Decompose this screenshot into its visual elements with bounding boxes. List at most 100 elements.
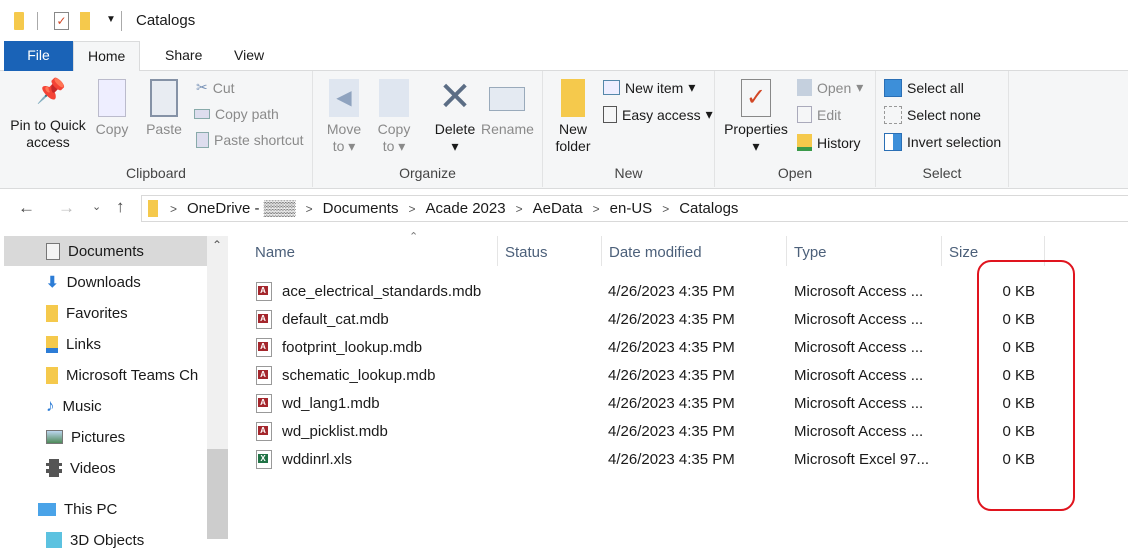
nav-documents[interactable]: Documents — [4, 236, 207, 266]
back-button[interactable]: ← — [18, 198, 35, 218]
invert-selection-icon — [884, 133, 902, 151]
nav-teams-chat[interactable]: Microsoft Teams Ch — [4, 360, 207, 390]
paste-button[interactable]: Paste — [143, 79, 185, 138]
new-group: New folder New item ▾ Easy access ▾ New — [543, 71, 715, 187]
copy-path-icon — [194, 109, 210, 119]
breadcrumb-item[interactable]: Catalogs — [679, 200, 738, 217]
edit-button[interactable]: Edit — [797, 106, 841, 123]
access-file-icon: A — [256, 338, 272, 357]
properties-quick-icon[interactable]: ✓ — [54, 12, 69, 30]
file-type: Microsoft Access ... — [794, 311, 924, 328]
recent-locations-button[interactable]: ⌄ — [92, 200, 101, 213]
new-item-icon — [603, 80, 620, 95]
open-group: ✓ Properties ▾ Open ▾ Edit History Open — [715, 71, 876, 187]
paste-shortcut-button[interactable]: Paste shortcut — [196, 132, 304, 148]
column-header-status[interactable]: Status — [505, 244, 548, 261]
navigation-pane: Documents ⬇ Downloads Favorites Links Mic… — [0, 236, 207, 549]
file-name: wd_lang1.mdb — [282, 395, 380, 412]
breadcrumb[interactable]: > OneDrive - ▒▒▒ > Documents > Acade 2023 >… — [141, 195, 1128, 222]
copy-path-button[interactable]: Copy path — [194, 106, 279, 122]
forward-button[interactable]: → — [58, 198, 75, 218]
column-header-type[interactable]: Type — [794, 244, 827, 261]
pin-to-quick-access-button[interactable]: 📌 Pin to Quick access — [8, 78, 88, 151]
file-date: 4/26/2023 4:35 PM — [608, 283, 735, 300]
new-folder-icon — [561, 79, 585, 117]
nav-downloads[interactable]: ⬇ Downloads — [4, 267, 207, 297]
nav-this-pc[interactable]: This PC — [4, 494, 207, 524]
tab-view[interactable]: View — [220, 41, 278, 71]
copy-to-icon — [379, 79, 409, 117]
cut-button[interactable]: ✂ Cut — [196, 79, 235, 96]
file-name: footprint_lookup.mdb — [282, 339, 423, 356]
breadcrumb-item[interactable]: Acade 2023 — [426, 200, 506, 217]
delete-x-icon: ✕ — [438, 75, 472, 119]
documents-icon — [46, 242, 60, 260]
properties-button[interactable]: ✓ Properties ▾ — [721, 79, 791, 155]
history-icon — [797, 134, 812, 151]
ribbon: 📌 Pin to Quick access Copy Paste ✂ Cut Cop… — [0, 71, 1128, 189]
pin-icon: 📌 — [36, 78, 66, 105]
file-name: ace_electrical_standards.mdb — [282, 283, 482, 300]
scissors-icon: ✂ — [196, 79, 208, 95]
excel-file-icon: X — [256, 450, 272, 469]
easy-access-button[interactable]: Easy access ▾ — [603, 106, 713, 123]
nav-videos[interactable]: Videos — [4, 453, 207, 483]
tab-share[interactable]: Share — [151, 41, 216, 71]
column-header-date[interactable]: Date modified — [609, 244, 702, 261]
new-folder-button[interactable]: New folder — [551, 79, 595, 155]
title-bar: ✓ ▼ Catalogs — [0, 0, 1128, 40]
new-item-button[interactable]: New item ▾ — [603, 79, 695, 96]
nav-favorites[interactable]: Favorites — [4, 298, 207, 328]
move-to-button[interactable]: ◀ Move to ▾ — [323, 79, 365, 155]
tab-home[interactable]: Home — [73, 41, 141, 72]
nav-music[interactable]: ♪ Music — [4, 391, 207, 421]
select-all-button[interactable]: Select all — [884, 79, 964, 97]
file-type: Microsoft Access ... — [794, 339, 924, 356]
nav-3d-objects[interactable]: 3D Objects — [4, 525, 207, 555]
file-date: 4/26/2023 4:35 PM — [608, 451, 735, 468]
tab-file[interactable]: File — [4, 41, 73, 71]
file-name: wddinrl.xls — [282, 451, 353, 468]
column-header-name[interactable]: Name — [255, 244, 295, 261]
breadcrumb-item[interactable]: OneDrive - ▒▒▒ — [187, 200, 296, 217]
delete-button[interactable]: ✕ Delete ▾ — [431, 77, 479, 155]
breadcrumb-item[interactable]: en-US — [610, 200, 653, 217]
select-group: Select all Select none Invert selection … — [876, 71, 1009, 187]
videos-film-icon — [46, 459, 62, 477]
easy-access-icon — [603, 106, 617, 123]
edit-icon — [797, 106, 812, 123]
folder-icon — [46, 366, 58, 384]
rename-button[interactable]: Rename — [481, 79, 534, 138]
select-none-icon — [884, 106, 902, 124]
scrollbar-thumb[interactable] — [207, 449, 228, 539]
copy-to-button[interactable]: Copy to ▾ — [373, 79, 415, 155]
folder-icon — [148, 200, 158, 217]
scroll-up-arrow-icon[interactable]: ⌃ — [212, 238, 222, 252]
copy-button[interactable]: Copy — [92, 79, 132, 138]
move-to-icon: ◀ — [329, 79, 359, 117]
select-none-button[interactable]: Select none — [884, 106, 981, 124]
open-button[interactable]: Open ▾ — [797, 79, 863, 96]
links-folder-icon — [46, 335, 58, 353]
file-type: Microsoft Access ... — [794, 283, 924, 300]
properties-icon: ✓ — [741, 79, 771, 117]
file-type: Microsoft Access ... — [794, 395, 924, 412]
invert-selection-button[interactable]: Invert selection — [884, 133, 1001, 151]
customize-quick-access-icon[interactable]: ▼ — [106, 14, 116, 25]
up-button[interactable]: ↑ — [116, 197, 125, 217]
ribbon-tabs: File Home Share View — [0, 40, 1128, 72]
nav-scrollbar[interactable]: ⌃ — [207, 236, 228, 539]
favorites-folder-icon — [46, 304, 58, 322]
new-folder-quick-icon[interactable] — [80, 12, 90, 30]
breadcrumb-item[interactable]: Documents — [323, 200, 399, 217]
file-date: 4/26/2023 4:35 PM — [608, 367, 735, 384]
nav-links[interactable]: Links — [4, 329, 207, 359]
file-type: Microsoft Access ... — [794, 423, 924, 440]
history-button[interactable]: History — [797, 134, 861, 151]
nav-pictures[interactable]: Pictures — [4, 422, 207, 452]
breadcrumb-item[interactable]: AeData — [533, 200, 583, 217]
column-header-size[interactable]: Size — [949, 244, 978, 261]
access-file-icon: A — [256, 422, 272, 441]
highlight-annotation — [977, 260, 1075, 511]
copy-icon — [98, 79, 126, 117]
